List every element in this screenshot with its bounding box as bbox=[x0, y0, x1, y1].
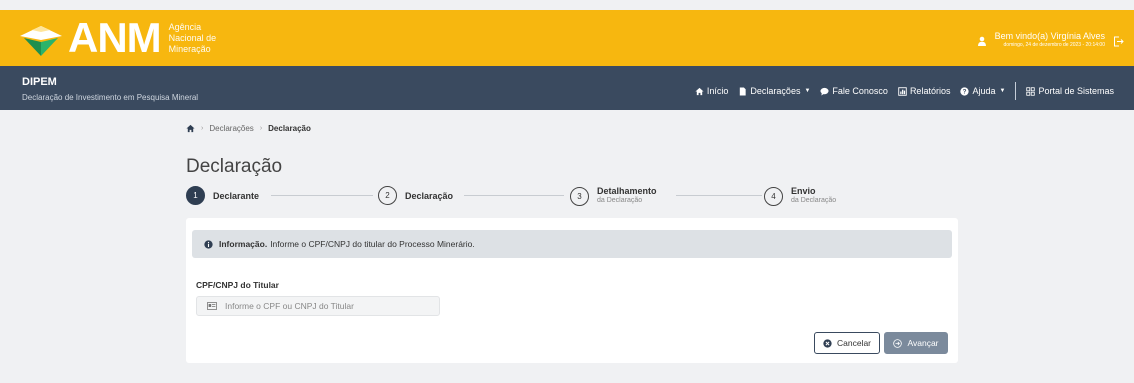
caret-down-icon: ▼ bbox=[804, 88, 811, 94]
step-title: Detalhamento bbox=[597, 186, 657, 196]
step-connector bbox=[676, 195, 762, 196]
alert-message: Informe o CPF/CNPJ do titular do Process… bbox=[270, 239, 475, 249]
step-title: Envio bbox=[791, 186, 816, 196]
breadcrumb-separator: › bbox=[201, 125, 204, 132]
nav-item-label: Declarações bbox=[750, 86, 801, 96]
caret-down-icon: ▼ bbox=[999, 88, 1006, 94]
step-title: Declarante bbox=[213, 190, 260, 201]
chart-icon bbox=[898, 86, 907, 96]
step-number: 1 bbox=[186, 186, 205, 205]
id-card-icon bbox=[207, 302, 217, 310]
breadcrumb-separator: › bbox=[259, 125, 263, 132]
main-navbar: DIPEM Declaração de Investimento em Pesq… bbox=[0, 66, 1134, 110]
cancel-label: Cancelar bbox=[836, 338, 872, 348]
document-icon bbox=[740, 86, 747, 96]
cancel-button[interactable]: Cancelar bbox=[814, 332, 880, 354]
nav-item-relatorios[interactable]: Relatórios bbox=[898, 86, 951, 96]
step-connector bbox=[271, 195, 373, 196]
cancel-icon bbox=[823, 338, 832, 348]
nav-item-label: Relatórios bbox=[909, 86, 951, 96]
nav-item-portal-sistemas[interactable]: Portal de Sistemas bbox=[1026, 86, 1114, 96]
logout-icon[interactable] bbox=[1113, 36, 1124, 47]
step-1[interactable]: 1 Declarante bbox=[186, 186, 259, 205]
step-connector bbox=[464, 195, 564, 196]
nav-item-label: Fale Conosco bbox=[832, 86, 888, 96]
wizard-stepper: 1 Declarante 2 Declaração 3 Detalhamento… bbox=[186, 186, 956, 210]
system-title: DIPEM bbox=[22, 76, 57, 88]
cpf-cnpj-field[interactable] bbox=[196, 296, 440, 316]
arrow-right-circle-icon bbox=[893, 338, 903, 348]
grid-icon bbox=[1026, 86, 1036, 96]
home-icon bbox=[695, 87, 704, 95]
cpf-cnpj-label: CPF/CNPJ do Titular bbox=[196, 280, 279, 290]
system-subtitle: Declaração de Investimento em Pesquisa M… bbox=[22, 93, 199, 102]
nav-item-label: Portal de Sistemas bbox=[1038, 86, 1114, 96]
svg-text:?: ? bbox=[963, 88, 967, 95]
step-title: Declaração bbox=[405, 190, 454, 201]
step-3[interactable]: 3 Detalhamento da Declaração bbox=[570, 186, 657, 206]
info-alert: Informação. Informe o CPF/CNPJ do titula… bbox=[192, 230, 952, 258]
step-4[interactable]: 4 Envio da Declaração bbox=[764, 186, 836, 206]
question-icon: ? bbox=[960, 86, 970, 95]
alert-title: Informação. bbox=[219, 239, 268, 249]
system-brand[interactable]: DIPEM Declaração de Investimento em Pesq… bbox=[22, 76, 198, 102]
declarante-card: Informação. Informe o CPF/CNPJ do titula… bbox=[186, 218, 958, 363]
nav-item-label: Início bbox=[706, 86, 729, 96]
top-header: ANM Agência Nacional de Mineração Bem vi… bbox=[0, 10, 1134, 66]
home-icon[interactable] bbox=[186, 124, 195, 133]
logo-sub-line: Nacional de bbox=[168, 32, 217, 43]
step-number: 3 bbox=[570, 186, 589, 206]
breadcrumb: › Declarações › Declaração bbox=[186, 124, 311, 133]
cpf-cnpj-input[interactable] bbox=[225, 301, 425, 311]
step-2[interactable]: 2 Declaração bbox=[378, 186, 453, 205]
breadcrumb-item-declaracoes[interactable]: Declarações bbox=[209, 124, 253, 133]
nav-item-label: Ajuda bbox=[972, 86, 996, 96]
step-subtitle: da Declaração bbox=[597, 197, 643, 204]
welcome-text: Bem vindo(a) Virgínia Alves bbox=[994, 31, 1105, 41]
logo-sub-line: Mineração bbox=[168, 43, 211, 54]
nav-item-declaracoes[interactable]: Declarações ▼ bbox=[738, 86, 810, 96]
user-info: Bem vindo(a) Virgínia Alves domingo, 24 … bbox=[977, 32, 1124, 50]
nav-divider bbox=[1015, 82, 1017, 100]
breadcrumb-item-current: Declaração bbox=[268, 124, 311, 133]
nav-item-inicio[interactable]: Início bbox=[695, 86, 729, 96]
anm-logo[interactable]: ANM Agência Nacional de Mineração bbox=[18, 14, 217, 61]
nav-menu: Início Declarações ▼ Fale Conosco Relató… bbox=[685, 82, 1114, 100]
date-text: domingo, 24 de dezembro de 2023 - 20:14:… bbox=[1003, 42, 1105, 48]
info-icon bbox=[204, 239, 213, 249]
anm-logo-mark-icon bbox=[20, 26, 62, 56]
next-label: Avançar bbox=[907, 338, 939, 348]
nav-item-ajuda[interactable]: ? Ajuda ▼ bbox=[960, 86, 1005, 96]
logo-subtitle: Agência Nacional de Mineração bbox=[169, 22, 217, 55]
next-button[interactable]: Avançar bbox=[884, 332, 948, 354]
logo-text: ANM bbox=[68, 14, 162, 61]
page-title: Declaração bbox=[186, 156, 283, 177]
logo-sub-line: Agência bbox=[168, 21, 202, 32]
step-number: 4 bbox=[764, 186, 783, 206]
chat-icon bbox=[820, 87, 829, 96]
nav-item-fale-conosco[interactable]: Fale Conosco bbox=[820, 86, 888, 96]
user-icon bbox=[977, 36, 986, 46]
step-number: 2 bbox=[378, 186, 397, 205]
step-subtitle: da Declaração bbox=[791, 197, 837, 204]
